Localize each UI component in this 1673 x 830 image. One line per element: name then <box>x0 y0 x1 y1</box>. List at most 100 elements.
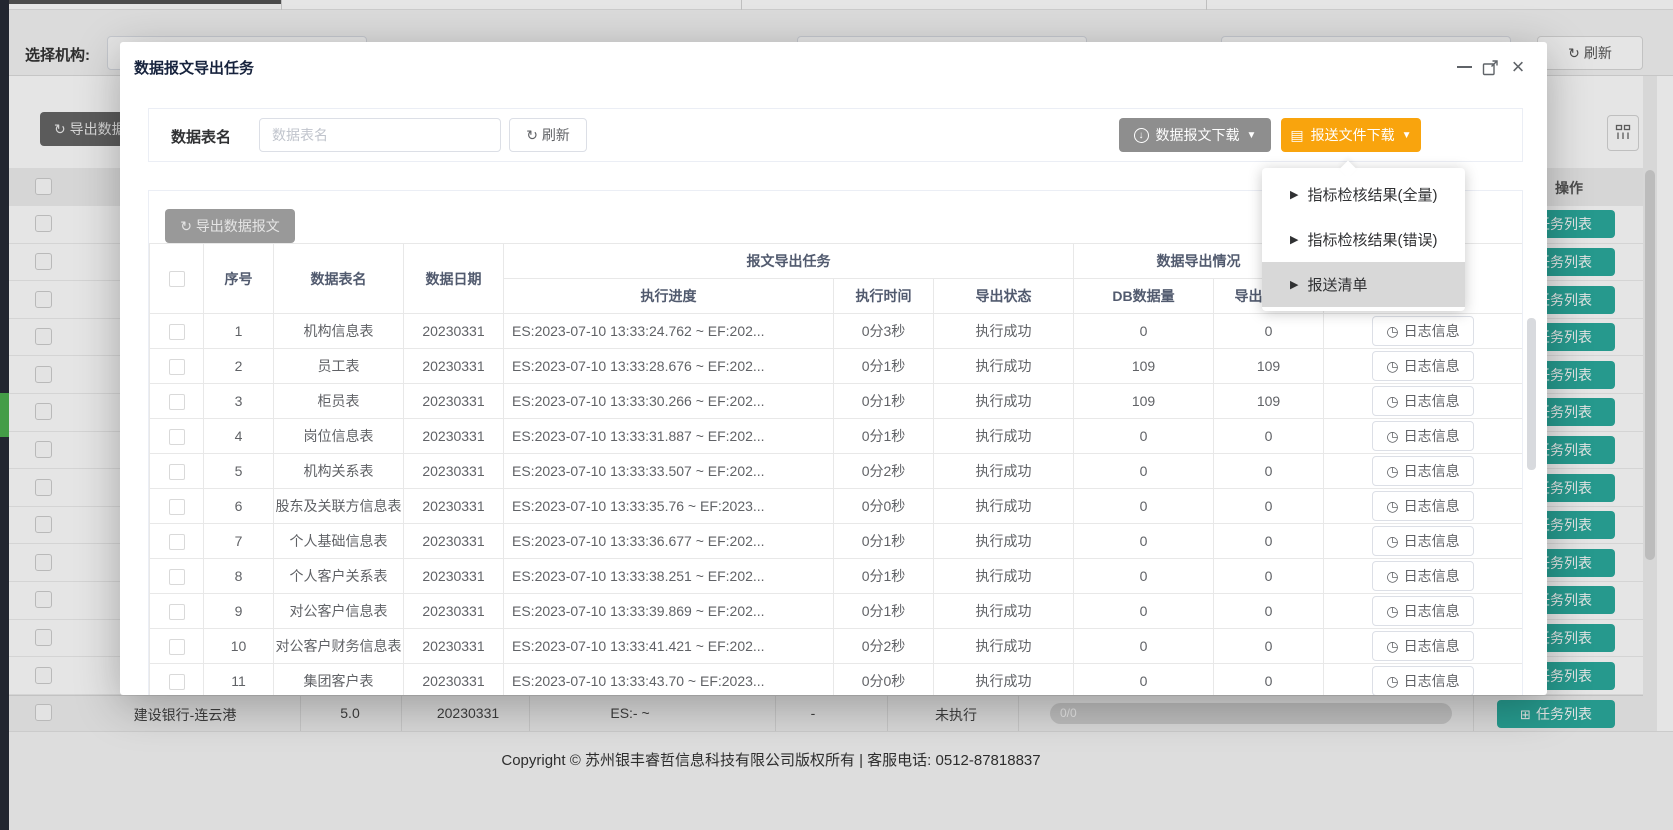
row-checkbox-cell <box>150 419 204 454</box>
log-info-button[interactable]: ◷日志信息 <box>1372 491 1473 521</box>
cell-export-count: 0 <box>1214 419 1324 454</box>
table-row: 9 对公客户信息表 20230331 ES:2023-07-10 13:33:3… <box>150 594 1523 629</box>
cell-action: ◷日志信息 <box>1324 664 1523 696</box>
cell-progress: ES:2023-07-10 13:33:33.507 ~ EF:202... <box>504 454 834 489</box>
cell-action: ◷日志信息 <box>1324 489 1523 524</box>
download-icon: ↓ <box>1134 128 1149 143</box>
cell-seq: 8 <box>204 559 274 594</box>
log-info-button[interactable]: ◷日志信息 <box>1372 666 1473 695</box>
row-checkbox-cell <box>150 664 204 696</box>
status-badge: 执行成功 <box>934 664 1074 696</box>
close-button[interactable]: × <box>1509 58 1527 76</box>
log-info-button[interactable]: ◷日志信息 <box>1372 351 1473 381</box>
cell-progress: ES:2023-07-10 13:33:38.251 ~ EF:202... <box>504 559 834 594</box>
data-message-download-button[interactable]: ↓ 数据报文下载 ▼ <box>1119 118 1271 152</box>
cell-name: 对公客户财务信息表 <box>274 629 404 664</box>
cell-export-count: 0 <box>1214 489 1324 524</box>
log-info-button[interactable]: ◷日志信息 <box>1372 526 1473 556</box>
table-name-input[interactable] <box>259 118 501 152</box>
menu-item-check-result-error[interactable]: ▶ 指标检核结果(错误) <box>1262 217 1465 262</box>
status-badge: 执行成功 <box>934 314 1074 349</box>
cell-date: 20230331 <box>404 559 504 594</box>
export-task-modal: 数据报文导出任务 × 数据表名 ↻ 刷新 ↓ 数据报文下载 ▼ ▤ 报送文件下载… <box>120 42 1547 695</box>
log-info-button[interactable]: ◷日志信息 <box>1372 316 1473 346</box>
menu-item-report-list[interactable]: ▶ 报送清单 <box>1262 262 1465 307</box>
cell-progress: ES:2023-07-10 13:33:24.762 ~ EF:202... <box>504 314 834 349</box>
row-checkbox-cell <box>150 314 204 349</box>
status-badge: 执行成功 <box>934 489 1074 524</box>
cell-db-count: 0 <box>1074 594 1214 629</box>
menu-item-check-result-full[interactable]: ▶ 指标检核结果(全量) <box>1262 172 1465 217</box>
cell-progress: ES:2023-07-10 13:33:43.70 ~ EF:2023... <box>504 664 834 696</box>
cell-export-count: 0 <box>1214 594 1324 629</box>
row-checkbox[interactable] <box>169 359 185 375</box>
table-row: 6 股东及关联方信息表 20230331 ES:2023-07-10 13:33… <box>150 489 1523 524</box>
log-info-button[interactable]: ◷日志信息 <box>1372 386 1473 416</box>
cell-time: 0分1秒 <box>834 419 934 454</box>
header-date: 数据日期 <box>404 244 504 314</box>
row-checkbox[interactable] <box>169 429 185 445</box>
row-checkbox[interactable] <box>169 534 185 550</box>
table-row: 8 个人客户关系表 20230331 ES:2023-07-10 13:33:3… <box>150 559 1523 594</box>
cell-date: 20230331 <box>404 629 504 664</box>
cell-time: 0分3秒 <box>834 314 934 349</box>
row-checkbox[interactable] <box>169 674 185 690</box>
cell-progress: ES:2023-07-10 13:33:30.266 ~ EF:202... <box>504 384 834 419</box>
cell-db-count: 0 <box>1074 314 1214 349</box>
cell-export-count: 0 <box>1214 559 1324 594</box>
status-badge: 执行成功 <box>934 524 1074 559</box>
table-row: 2 员工表 20230331 ES:2023-07-10 13:33:28.67… <box>150 349 1523 384</box>
row-checkbox[interactable] <box>169 464 185 480</box>
log-info-button[interactable]: ◷日志信息 <box>1372 631 1473 661</box>
log-info-button[interactable]: ◷日志信息 <box>1372 596 1473 626</box>
cell-seq: 10 <box>204 629 274 664</box>
cell-time: 0分1秒 <box>834 594 934 629</box>
report-file-download-button[interactable]: ▤ 报送文件下载 ▼ <box>1281 118 1421 152</box>
export-data-message-button[interactable]: ↻ 导出数据报文 <box>165 209 295 243</box>
maximize-button[interactable] <box>1481 58 1499 76</box>
header-time: 执行时间 <box>834 279 934 314</box>
close-icon: × <box>1512 59 1525 75</box>
status-badge: 执行成功 <box>934 419 1074 454</box>
modal-title: 数据报文导出任务 <box>134 57 254 78</box>
cell-progress: ES:2023-07-10 13:33:39.869 ~ EF:202... <box>504 594 834 629</box>
row-checkbox[interactable] <box>169 569 185 585</box>
status-badge: 执行成功 <box>934 454 1074 489</box>
row-checkbox[interactable] <box>169 394 185 410</box>
cell-seq: 9 <box>204 594 274 629</box>
minimize-button[interactable] <box>1455 58 1473 76</box>
table-name-label: 数据表名 <box>171 126 231 147</box>
page: 选择机构: 请选择 数据日期: 20230331 数据版本: 5.0 ↻刷新 ↻… <box>0 0 1673 830</box>
refresh-button[interactable]: ↻ 刷新 <box>509 118 587 152</box>
cell-date: 20230331 <box>404 454 504 489</box>
table-scrollbar-thumb[interactable] <box>1527 318 1536 470</box>
cell-action: ◷日志信息 <box>1324 314 1523 349</box>
cell-date: 20230331 <box>404 524 504 559</box>
row-checkbox[interactable] <box>169 324 185 340</box>
cell-db-count: 0 <box>1074 454 1214 489</box>
select-all-checkbox[interactable] <box>169 271 185 287</box>
log-info-button[interactable]: ◷日志信息 <box>1372 421 1473 451</box>
cell-export-count: 109 <box>1214 384 1324 419</box>
header-group-export-task: 报文导出任务 <box>504 244 1074 279</box>
cell-action: ◷日志信息 <box>1324 629 1523 664</box>
log-info-button[interactable]: ◷日志信息 <box>1372 456 1473 486</box>
cell-action: ◷日志信息 <box>1324 349 1523 384</box>
row-checkbox[interactable] <box>169 499 185 515</box>
row-checkbox-cell <box>150 629 204 664</box>
row-checkbox-cell <box>150 489 204 524</box>
cell-name: 股东及关联方信息表 <box>274 489 404 524</box>
clock-icon: ◷ <box>1386 323 1398 339</box>
cell-date: 20230331 <box>404 594 504 629</box>
cell-db-count: 0 <box>1074 524 1214 559</box>
cell-name: 个人客户关系表 <box>274 559 404 594</box>
status-badge: 执行成功 <box>934 349 1074 384</box>
cell-name: 机构信息表 <box>274 314 404 349</box>
submenu-arrow-icon: ▶ <box>1290 233 1298 246</box>
cell-action: ◷日志信息 <box>1324 594 1523 629</box>
row-checkbox[interactable] <box>169 639 185 655</box>
row-checkbox[interactable] <box>169 604 185 620</box>
log-info-button[interactable]: ◷日志信息 <box>1372 561 1473 591</box>
header-seq: 序号 <box>204 244 274 314</box>
cell-name: 员工表 <box>274 349 404 384</box>
